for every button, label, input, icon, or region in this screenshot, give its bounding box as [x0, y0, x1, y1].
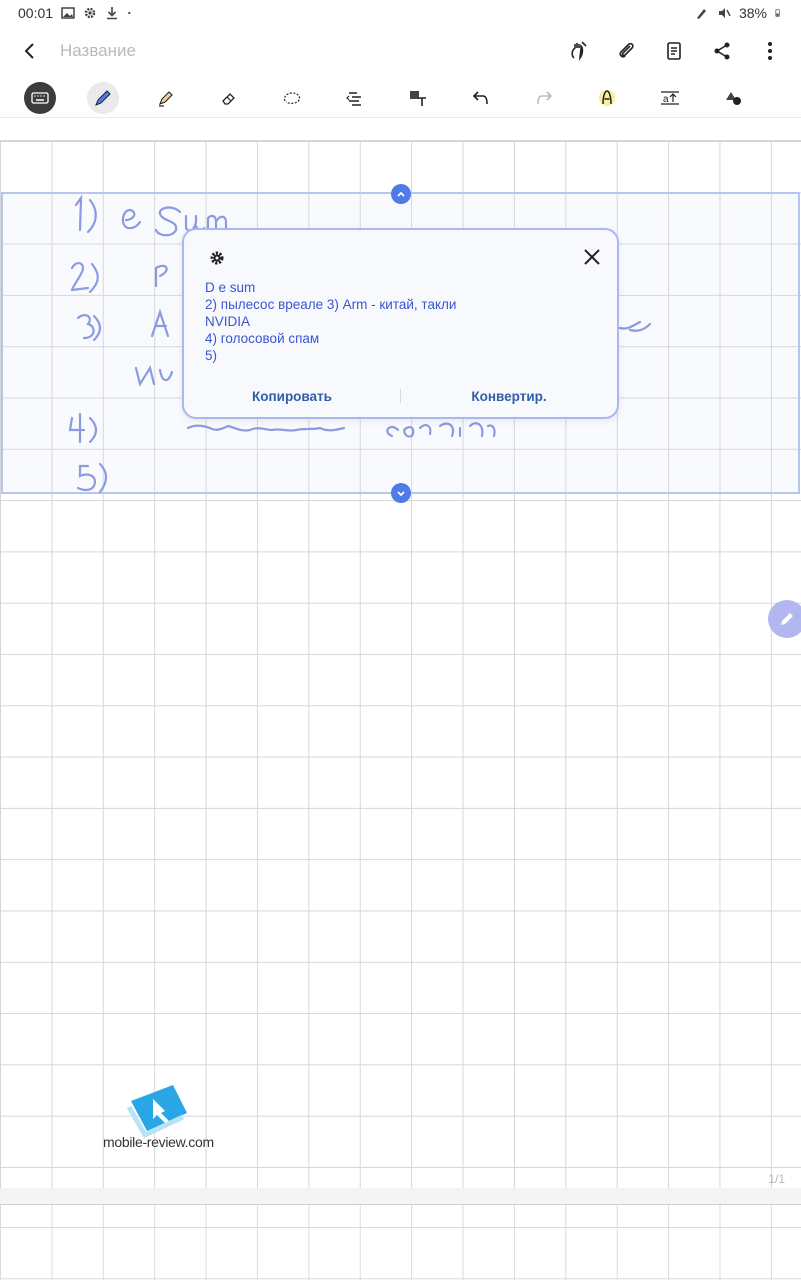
selection-bottom-handle[interactable]	[391, 483, 411, 503]
recognized-line: 4) голосовой спам	[205, 331, 320, 346]
recognized-line: 2) пылесос вреале 3) Arm - китай, такли	[205, 297, 457, 312]
floating-pen-button[interactable]	[768, 600, 801, 638]
selection-top-handle[interactable]	[391, 184, 411, 204]
page-indicator: 1/1	[768, 1172, 785, 1186]
recognized-text: D e sum 2) пылесос вреале 3) Arm - китай…	[205, 279, 456, 364]
watermark-text: mobile-review.com	[103, 1134, 214, 1150]
handwriting-recognition-popup: D e sum 2) пылесос вреале 3) Arm - китай…	[182, 228, 619, 419]
convert-button[interactable]: Конвертир.	[401, 389, 617, 404]
next-page-canvas[interactable]	[0, 1204, 801, 1280]
recognized-line: NVIDIA	[205, 314, 251, 329]
chevron-up-icon	[397, 191, 405, 197]
recognized-line: D e sum	[205, 280, 256, 295]
recognized-line: 5)	[205, 348, 218, 363]
edit-pen-icon	[781, 613, 793, 625]
close-icon[interactable]	[581, 246, 603, 268]
page-separator	[0, 1188, 801, 1204]
chevron-down-icon	[397, 491, 405, 497]
popup-actions: Копировать Конвертир.	[184, 385, 617, 407]
gear-icon[interactable]	[208, 249, 226, 267]
copy-button[interactable]: Копировать	[184, 389, 400, 404]
